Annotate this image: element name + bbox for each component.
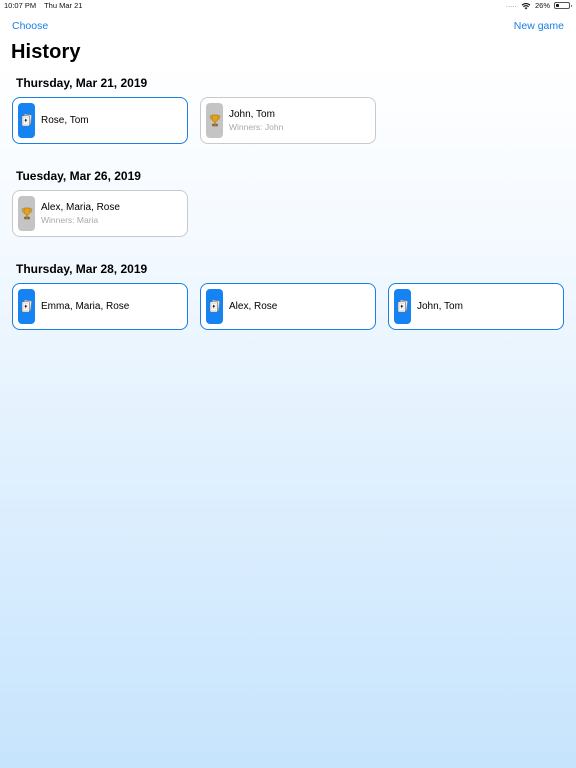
status-time: 10:07 PM (4, 1, 37, 10)
game-card-text: John, Tom (417, 301, 463, 312)
battery-fill (556, 4, 560, 7)
history-section: Thursday, Mar 21, 2019 Rose, Tom John, T… (12, 76, 376, 144)
cards-icon (397, 300, 408, 313)
game-card-list: Emma, Maria, Rose Alex, Rose John, Tom (12, 283, 564, 330)
battery-percent: 26% (534, 1, 550, 10)
game-card-text: John, Tom Winners: John (229, 109, 283, 132)
game-badge (206, 103, 223, 138)
game-card-list: Alex, Maria, Rose Winners: Maria (12, 190, 188, 237)
cards-icon (209, 300, 220, 313)
game-players: Rose, Tom (41, 115, 89, 126)
section-date-header: Thursday, Mar 21, 2019 (16, 76, 148, 90)
new-game-button[interactable]: New game (514, 20, 564, 32)
game-players: Alex, Rose (229, 301, 278, 312)
signal-icon: ..... (506, 2, 517, 9)
wifi-icon (521, 2, 531, 10)
game-card-list: Rose, Tom John, Tom Winners: John (12, 97, 376, 144)
game-players: John, Tom (417, 301, 463, 312)
trophy-icon (209, 114, 221, 127)
game-card-text: Alex, Rose (229, 301, 277, 312)
game-players: John, Tom (229, 109, 275, 120)
history-section: Tuesday, Mar 26, 2019 Alex, Maria, Rose … (12, 169, 188, 237)
game-card[interactable]: John, Tom (388, 283, 564, 330)
game-badge (394, 289, 411, 324)
section-date-header: Thursday, Mar 28, 2019 (16, 262, 148, 276)
game-badge (18, 103, 35, 138)
game-players: Emma, Maria, Rose (41, 301, 130, 312)
status-left: 10:07 PM Thu Mar 21 (4, 1, 88, 10)
game-card-text: Emma, Maria, Rose (41, 301, 129, 312)
game-badge (18, 289, 35, 324)
game-badge (18, 196, 35, 231)
game-card[interactable]: Rose, Tom (12, 97, 188, 144)
game-card[interactable]: Emma, Maria, Rose (12, 283, 188, 330)
history-section: Thursday, Mar 28, 2019 Emma, Maria, Rose… (12, 262, 564, 330)
game-badge (206, 289, 223, 324)
cards-icon (21, 300, 32, 313)
section-date-header: Tuesday, Mar 26, 2019 (16, 169, 141, 183)
game-winners: Winners: Maria (41, 215, 99, 225)
status-right: ..... 26% (506, 1, 572, 10)
game-card[interactable]: Alex, Maria, Rose Winners: Maria (12, 190, 188, 237)
game-card[interactable]: John, Tom Winners: John (200, 97, 376, 144)
battery-icon (554, 2, 572, 9)
status-bar: 10:07 PM Thu Mar 21 ..... 26% (0, 0, 576, 12)
game-winners: Winners: John (229, 122, 284, 132)
game-card-text: Alex, Maria, Rose Winners: Maria (41, 202, 120, 225)
cards-icon (21, 114, 32, 127)
page-title: History (11, 41, 81, 63)
game-card[interactable]: Alex, Rose (200, 283, 376, 330)
game-players: Alex, Maria, Rose (41, 202, 120, 213)
game-card-text: Rose, Tom (41, 115, 89, 126)
choose-button[interactable]: Choose (12, 20, 48, 32)
status-date: Thu Mar 21 (44, 1, 83, 10)
trophy-icon (21, 207, 33, 220)
